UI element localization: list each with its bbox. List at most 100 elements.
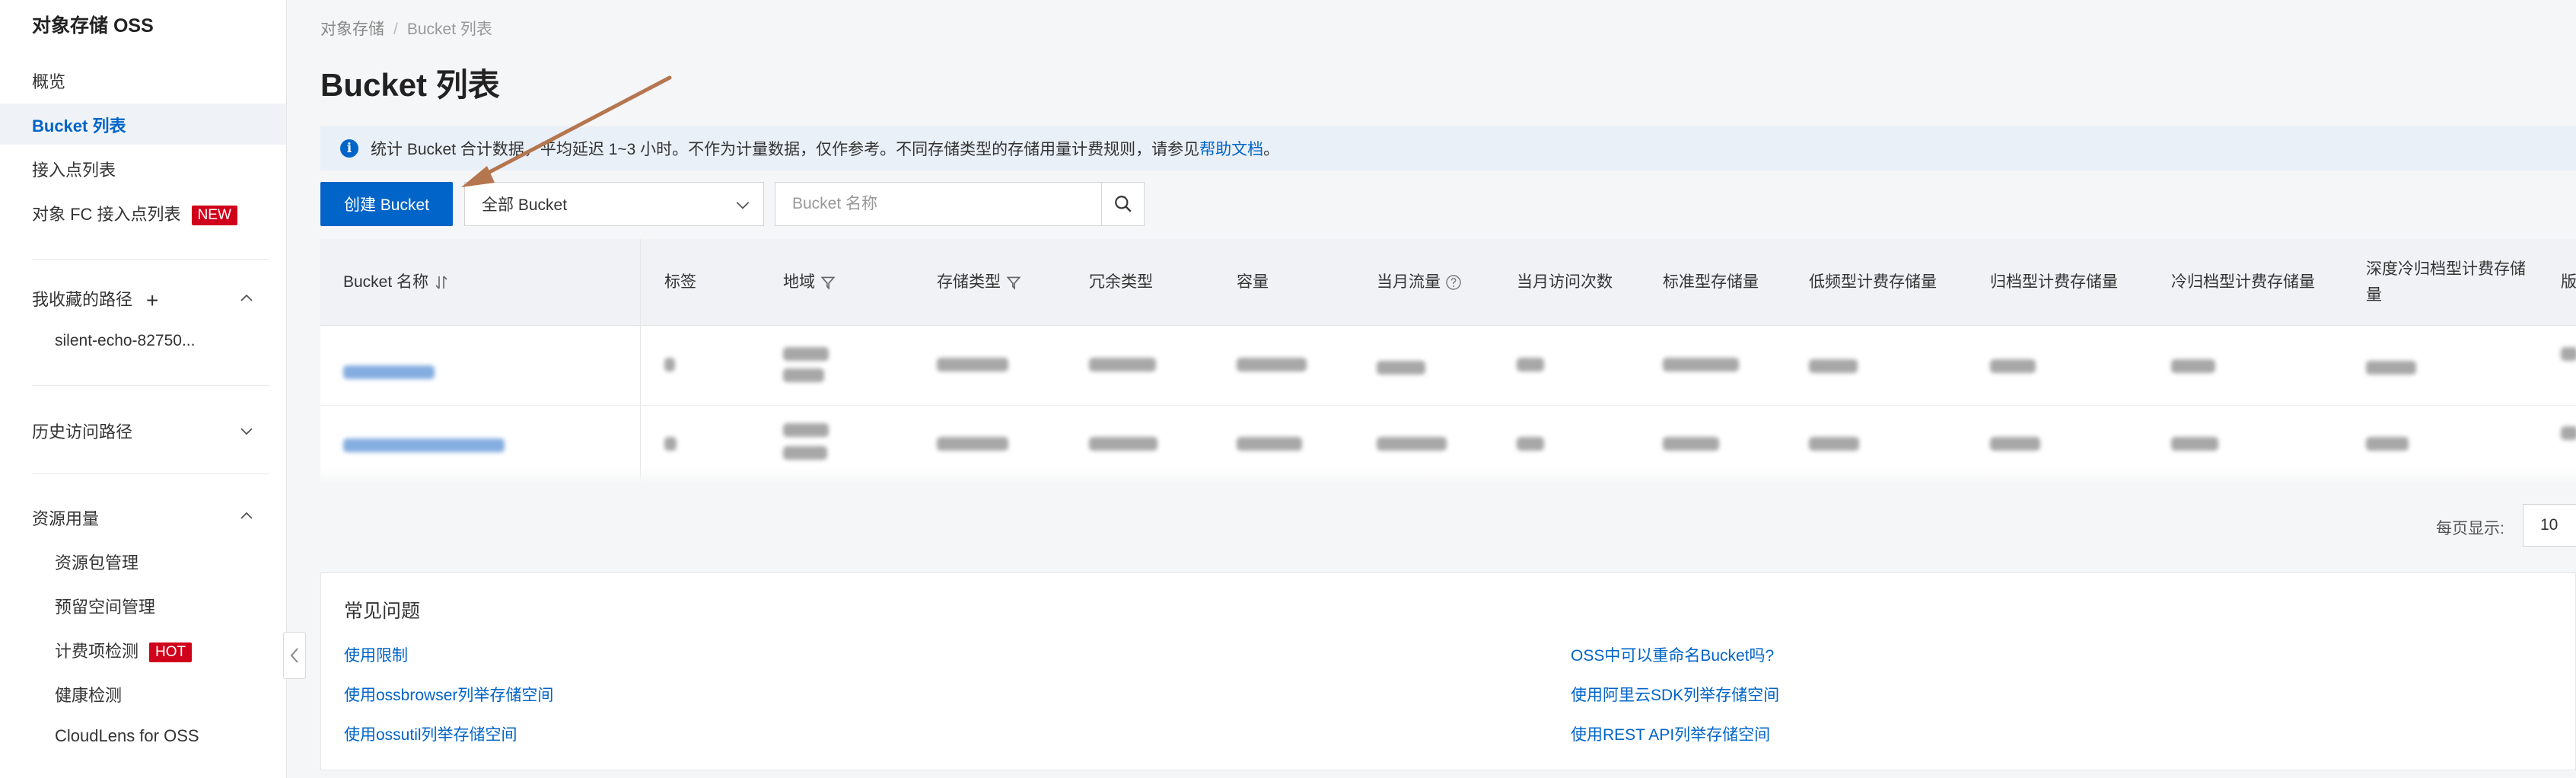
sidebar-group-resources[interactable]: 资源用量 xyxy=(32,505,99,530)
column-header-monthly-requests: 当月访问次数 xyxy=(1517,239,1613,326)
breadcrumb-current: Bucket 列表 xyxy=(406,21,492,38)
column-header-cold-archive-storage: 冷归档型计费存储量 xyxy=(2171,239,2315,326)
sidebar-item-billing-check[interactable]: 计费项检测 HOT xyxy=(55,638,193,663)
column-header-archive-storage: 归档型计费存储量 xyxy=(1990,239,2118,326)
tag-cell xyxy=(664,358,675,371)
notice-text: 统计 Bucket 合计数据，平均延迟 1~3 小时。不作为计量数据，仅作参考。… xyxy=(371,141,1200,158)
sidebar-item-cloudlens[interactable]: CloudLens for OSS xyxy=(55,726,199,746)
column-label: 容量 xyxy=(1237,273,1269,291)
favorite-path-item[interactable]: silent-echo-82750... xyxy=(55,332,195,350)
column-header-tags: 标签 xyxy=(664,239,696,326)
column-divider xyxy=(640,239,641,484)
sidebar-item-fc-access-points[interactable]: 对象 FC 接入点列表 NEW xyxy=(32,201,237,226)
column-label: Bucket 名称 xyxy=(343,273,429,291)
column-header-version: 版 xyxy=(2561,239,2576,326)
capacity-cell xyxy=(1237,358,1307,371)
page-size-select[interactable]: 10 xyxy=(2523,504,2576,547)
page-size-label: 每页显示: xyxy=(2436,520,2504,537)
column-label: 标签 xyxy=(664,273,696,291)
sidebar-item-label: 计费项检测 xyxy=(55,642,139,661)
storage-class-cell xyxy=(937,358,1008,371)
sidebar-item-label: CloudLens for OSS xyxy=(55,726,199,745)
sidebar-divider xyxy=(32,385,269,386)
sidebar-group-label: 我收藏的路径 xyxy=(32,290,133,309)
standard-storage-cell xyxy=(1663,358,1739,371)
region-cell xyxy=(783,446,827,460)
bucket-filter-select[interactable]: 全部 Bucket xyxy=(464,182,764,226)
chevron-down-icon[interactable] xyxy=(239,423,254,438)
sidebar-group-history[interactable]: 历史访问路径 xyxy=(32,419,132,443)
archive-storage-cell xyxy=(1990,359,2036,373)
column-header-redundancy: 冗余类型 xyxy=(1089,239,1153,326)
sidebar-item-overview[interactable]: 概览 xyxy=(32,69,65,93)
breadcrumb-separator: / xyxy=(393,21,398,38)
cold-archive-cell xyxy=(2171,437,2218,451)
tag-cell xyxy=(664,437,677,451)
sort-icon[interactable] xyxy=(433,273,450,292)
column-header-bucket-name[interactable]: Bucket 名称 xyxy=(343,239,450,326)
column-label: 归档型计费存储量 xyxy=(1990,273,2118,291)
sidebar-item-resource-packages[interactable]: 资源包管理 xyxy=(55,550,139,574)
sidebar-item-bucket-list[interactable]: Bucket 列表 xyxy=(32,113,126,137)
chevron-down-icon xyxy=(736,202,750,209)
column-label: 当月访问次数 xyxy=(1517,273,1613,291)
chevron-up-icon[interactable] xyxy=(239,291,254,306)
column-header-region[interactable]: 地域 xyxy=(783,239,836,326)
bucket-search-input[interactable] xyxy=(775,183,1101,225)
version-cell xyxy=(2561,426,2576,440)
sidebar-item-label: 对象 FC 接入点列表 xyxy=(32,205,181,224)
faq-title: 常见问题 xyxy=(344,601,421,622)
sidebar-item-access-points[interactable]: 接入点列表 xyxy=(32,157,116,181)
faq-link[interactable]: 使用阿里云SDK列举存储空间 xyxy=(1571,683,1779,706)
sidebar-group-favorites[interactable]: 我收藏的路径 + xyxy=(32,286,158,313)
cold-archive-cell xyxy=(2171,359,2215,373)
sidebar-item-label: 健康检测 xyxy=(55,686,123,705)
bucket-name-link[interactable] xyxy=(343,365,435,379)
column-header-standard-storage: 标准型存储量 xyxy=(1663,239,1759,326)
help-icon[interactable] xyxy=(1445,274,1462,291)
faq-link[interactable]: 使用ossbrowser列举存储空间 xyxy=(344,683,553,706)
column-header-storage-class[interactable]: 存储类型 xyxy=(937,239,1022,326)
info-notice: i 统计 Bucket 合计数据，平均延迟 1~3 小时。不作为计量数据，仅作参… xyxy=(320,126,2576,171)
bucket-filter-value: 全部 Bucket xyxy=(482,196,568,214)
faq-link[interactable]: 使用ossutil列举存储空间 xyxy=(344,722,517,745)
bucket-name-link[interactable] xyxy=(343,438,505,452)
faq-link[interactable]: OSS中可以重命名Bucket吗? xyxy=(1571,643,1774,666)
search-button[interactable] xyxy=(1101,183,1144,225)
sidebar-item-label: 预留空间管理 xyxy=(55,598,156,617)
column-label: 版 xyxy=(2561,273,2576,291)
region-cell xyxy=(783,347,829,361)
column-header-ia-storage: 低频型计费存储量 xyxy=(1809,239,1937,326)
sidebar-divider xyxy=(32,473,269,474)
sidebar-item-label: Bucket 列表 xyxy=(32,116,126,136)
sidebar-item-label: 接入点列表 xyxy=(32,161,116,180)
favorite-path-label: silent-echo-82750... xyxy=(55,332,196,349)
column-label: 地域 xyxy=(783,273,815,291)
traffic-cell xyxy=(1377,361,1425,375)
notice-end: 。 xyxy=(1263,141,1280,158)
breadcrumb-root[interactable]: 对象存储 xyxy=(320,21,384,38)
column-label: 标准型存储量 xyxy=(1663,273,1759,291)
column-header-monthly-traffic: 当月流量 xyxy=(1377,239,1462,326)
redundancy-cell xyxy=(1089,358,1156,371)
faq-panel: 常见问题 使用限制 使用ossbrowser列举存储空间 使用ossutil列举… xyxy=(320,572,2576,770)
column-header-capacity: 容量 xyxy=(1237,239,1269,326)
faq-link[interactable]: 使用限制 xyxy=(344,643,408,666)
region-cell xyxy=(783,368,824,382)
column-label: 深度冷归档型计费存储量 xyxy=(2366,260,2526,304)
sidebar-item-health-check[interactable]: 健康检测 xyxy=(55,682,122,706)
chevron-up-icon[interactable] xyxy=(239,509,254,524)
sidebar-item-reserved-capacity[interactable]: 预留空间管理 xyxy=(55,594,155,618)
ia-storage-cell xyxy=(1809,437,1859,451)
standard-storage-cell xyxy=(1663,437,1719,451)
add-icon[interactable]: + xyxy=(146,289,158,313)
help-doc-link[interactable]: 帮助文档 xyxy=(1199,137,1263,160)
faq-link[interactable]: 使用REST API列举存储空间 xyxy=(1571,722,1770,745)
archive-storage-cell xyxy=(1990,437,2040,451)
table-header: Bucket 名称 标签 地域 存储类型 冗余类型 容量 当月流量 当月访问次数… xyxy=(320,239,2576,326)
sidebar-title: 对象存储 OSS xyxy=(32,15,154,37)
filter-icon[interactable] xyxy=(820,274,836,291)
sidebar-group-label: 资源用量 xyxy=(32,509,100,528)
create-bucket-button[interactable]: 创建 Bucket xyxy=(320,182,453,226)
filter-icon[interactable] xyxy=(1005,274,1022,291)
